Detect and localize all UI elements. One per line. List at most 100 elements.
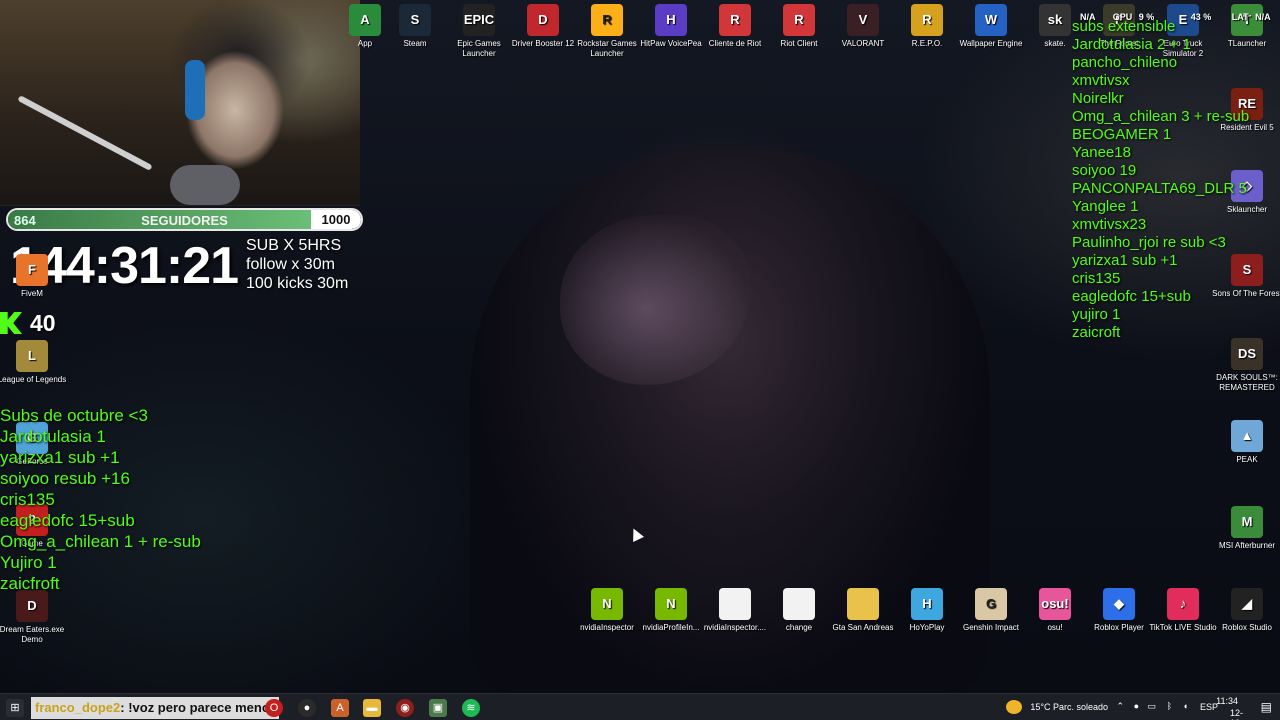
desktop-shortcut[interactable]: L League of Legends (0, 340, 67, 385)
osu-icon: osu! (1039, 588, 1071, 620)
kick-count: 40 (30, 310, 56, 336)
sub-entry: Yanee18 (1072, 144, 1131, 161)
desktop-shortcut[interactable]: M MSI Afterburner (1212, 506, 1280, 551)
desktop-shortcut[interactable]: R Rockstar Games Launcher (572, 4, 642, 59)
sub-entry: cris135 (1072, 270, 1121, 287)
desktop-shortcut-label: Genshin Impact (962, 623, 1020, 632)
desktop-shortcut[interactable]: R R.E.P.O. (892, 4, 962, 49)
lat-label: LAT (1231, 12, 1249, 22)
sub-entry: Omg_a_chilean 1 + re-sub (0, 532, 201, 551)
desktop-shortcut[interactable]: D Driver Booster 12 (508, 4, 578, 49)
microphone (170, 165, 240, 205)
follower-goal-bar: 864 SEGUIDORES 1000 (6, 208, 363, 231)
desktop-shortcut-label: Dream Eaters.exe Demo (0, 625, 65, 644)
desktop-shortcut[interactable]: ▲ PEAK (1212, 420, 1280, 465)
sub-entry: Subs de octubre <3 (0, 406, 148, 425)
sub-entry: soiyoo 19 (1072, 162, 1137, 179)
desktop-shortcut[interactable]: change (764, 588, 834, 633)
desktop-shortcut[interactable]: Gta San Andreas (828, 588, 898, 633)
headphones (185, 60, 205, 120)
repo-icon: R (911, 4, 943, 36)
subs-list-right: subs extensible Jardotulasia 2 + 1 pancho_… (1072, 18, 1249, 342)
volume-icon[interactable]: ◖ (1183, 701, 1188, 711)
nvidia-inspector-icon: N (591, 588, 623, 620)
weather-icon[interactable] (1006, 700, 1022, 714)
desktop-shortcut-label: skate. (1044, 39, 1066, 48)
riot-client-icon: R (719, 4, 751, 36)
sub-entry: Noirelkr (1072, 90, 1124, 107)
desktop-shortcut-label: Rockstar Games Launcher (577, 39, 637, 58)
performance-hud: N/A GPU 9 % 43 % LAT N/A (1080, 12, 1271, 22)
desktop-shortcut[interactable]: NnvidiaInspector (572, 588, 642, 633)
desktop-shortcut[interactable]: R Riot Client (764, 4, 834, 49)
desktop-shortcut-label: MSI Afterburner (1218, 541, 1276, 550)
desktop-shortcut[interactable]: F FiveM (0, 254, 67, 299)
skate-icon: sk (1039, 4, 1071, 36)
desktop-shortcut[interactable]: osu! osu! (1020, 588, 1090, 633)
desktop-shortcut[interactable]: ◢ Roblox Studio (1212, 588, 1280, 633)
desktop-shortcut[interactable]: W Wallpaper Engine (956, 4, 1026, 49)
desktop-shortcut-label: R.E.P.O. (911, 39, 943, 48)
app-icon: A (349, 4, 381, 36)
taskbar: ⊞ franco_dope2: !voz pero parece menor O… (0, 693, 1280, 720)
desktop-shortcut[interactable]: D Dream Eaters.exe Demo (0, 590, 67, 645)
desktop-shortcut[interactable]: ♪ TikTok LIVE Studio (1148, 588, 1218, 633)
desktop-shortcut-label: osu! (1047, 623, 1063, 632)
clock-date[interactable]: 12-10-2025 (1230, 708, 1250, 720)
desktop-shortcut-label: FiveM (21, 289, 43, 298)
steam-icon: S (399, 4, 431, 36)
desktop-shortcut[interactable]: EPIC Epic Games Launcher (444, 4, 514, 59)
bluetooth-icon[interactable]: ᛒ (1167, 701, 1172, 711)
sub-rule: SUB X 5HRS (246, 237, 342, 254)
sub-entry: yarizxa1 sub +1 (0, 448, 120, 467)
sub-entry: xmvtivsx23 (1072, 216, 1147, 233)
start-button[interactable]: ⊞ (6, 699, 24, 717)
sub-entry: Yujiro 1 (0, 553, 57, 572)
driver-booster-icon: D (527, 4, 559, 36)
desktop-shortcut-label: TikTok LIVE Studio (1149, 623, 1217, 632)
desktop-shortcut[interactable]: H HoYoPlay (892, 588, 962, 633)
game-taskbar-icon[interactable]: ◉ (396, 699, 414, 717)
weather-text[interactable]: 15°C Parc. soleado (1030, 702, 1108, 712)
sub-entry: xmvtivsx (1072, 72, 1130, 89)
microphone-icon[interactable]: ● (1134, 701, 1139, 711)
desktop-shortcut[interactable]: DS DARK SOULS™: REMASTERED (1212, 338, 1280, 393)
spotify-taskbar-icon[interactable]: ≋ (462, 699, 480, 717)
desktop-shortcut-label: HitPaw VoicePea (640, 39, 702, 48)
desktop-shortcut[interactable]: nvidiaInspector.... (700, 588, 770, 633)
nvidia-inspector-file-icon (719, 588, 751, 620)
show-hidden-icons-icon[interactable]: ⌃ (1116, 701, 1124, 712)
webcam-feed (0, 0, 360, 206)
cpu-value: N/A (1080, 12, 1096, 22)
desktop-shortcut[interactable]: H HitPaw VoicePea (636, 4, 706, 49)
follower-label: SEGUIDORES (141, 213, 228, 228)
dream-eaters-icon: D (16, 590, 48, 622)
desktop-shortcut[interactable]: ◆ Roblox Player (1084, 588, 1154, 633)
sub-entry: yujiro 1 (1072, 306, 1121, 323)
desktop-shortcut[interactable]: S Steam (380, 4, 450, 49)
store-taskbar-icon[interactable]: ▣ (429, 699, 447, 717)
sub-entry: pancho_chileno (1072, 54, 1178, 71)
opera-taskbar-icon[interactable]: O (265, 699, 283, 717)
tiktok-live-icon: ♪ (1167, 588, 1199, 620)
app-taskbar-icon[interactable]: A (331, 699, 349, 717)
obs-taskbar-icon[interactable]: ● (298, 699, 316, 717)
desktop-shortcut[interactable]: G Genshin Impact (956, 588, 1026, 633)
gta-folder-icon (847, 588, 879, 620)
network-icon[interactable]: ▭ (1147, 701, 1156, 712)
desktop-shortcut[interactable]: NnvidiaProfileIn... (636, 588, 706, 633)
chat-text: : !voz pero parece menor (120, 700, 275, 715)
follower-goal: 1000 (311, 210, 361, 229)
desktop-shortcut-label: Driver Booster 12 (511, 39, 575, 48)
notifications-icon[interactable]: ▤ (1261, 700, 1272, 714)
clock-time[interactable]: 11:34 (1216, 696, 1238, 706)
file-explorer-taskbar-icon[interactable]: ▬ (363, 699, 381, 717)
msi-afterburner-icon: M (1231, 506, 1263, 538)
desktop-shortcut-label: nvidiaInspector (580, 623, 634, 632)
league-of-legends-icon: L (16, 340, 48, 372)
desktop-shortcut[interactable]: V VALORANT (828, 4, 898, 49)
genshin-icon: G (975, 588, 1007, 620)
desktop-shortcut[interactable]: R Cliente de Riot (700, 4, 770, 49)
sub-entry: eagledofc 15+sub (0, 511, 135, 530)
sub-entry: soiyoo resub +16 (0, 469, 130, 488)
